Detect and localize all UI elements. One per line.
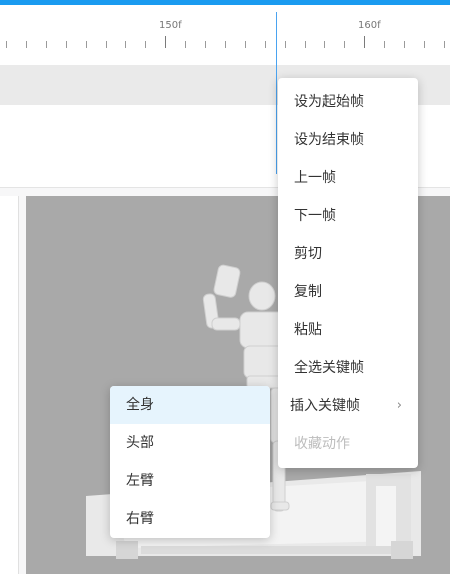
menu-item-next-frame[interactable]: 下一帧 xyxy=(278,197,418,235)
submenu-item-head[interactable]: 头部 xyxy=(110,424,270,462)
timeline-tick xyxy=(86,41,87,48)
menu-item-select-all-keyframes[interactable]: 全选关键帧 xyxy=(278,349,418,387)
timeline-tick xyxy=(205,41,206,48)
chevron-right-icon: › xyxy=(396,398,402,413)
timeline-tick xyxy=(384,41,385,48)
timeline-tick xyxy=(46,41,47,48)
timeline-tick xyxy=(324,41,325,48)
tick-label-160f: 160f xyxy=(358,20,381,31)
timeline-tick xyxy=(66,41,67,48)
timeline-tick xyxy=(404,41,405,48)
timeline-tick xyxy=(424,41,425,48)
timeline-tick xyxy=(106,41,107,48)
left-side-panel xyxy=(0,196,19,574)
insert-keyframe-label: 插入关键帧 xyxy=(290,398,360,414)
timeline-tick xyxy=(125,41,126,48)
timeline-tick xyxy=(444,41,445,48)
menu-item-set-start-frame[interactable]: 设为起始帧 xyxy=(278,83,418,121)
timeline-tick xyxy=(145,41,146,48)
timeline-tick xyxy=(305,41,306,48)
timeline-tick xyxy=(6,41,7,48)
timeline-tick xyxy=(265,41,266,48)
menu-item-insert-keyframe[interactable]: 插入关键帧 › xyxy=(278,387,418,425)
menu-item-previous-frame[interactable]: 上一帧 xyxy=(278,159,418,197)
context-menu: 设为起始帧 设为结束帧 上一帧 下一帧 剪切 复制 粘贴 全选关键帧 插入关键帧… xyxy=(278,78,418,468)
timeline-tick xyxy=(165,36,166,48)
tick-label-150f: 150f xyxy=(159,20,182,31)
playhead[interactable] xyxy=(276,12,277,174)
timeline-tick xyxy=(285,41,286,48)
timeline-tick xyxy=(344,41,345,48)
menu-item-copy[interactable]: 复制 xyxy=(278,273,418,311)
submenu-item-right-arm[interactable]: 右臂 xyxy=(110,500,270,538)
timeline-tick xyxy=(225,41,226,48)
timeline-tick xyxy=(26,41,27,48)
submenu-item-full-body[interactable]: 全身 xyxy=(110,386,270,424)
menu-item-paste[interactable]: 粘贴 xyxy=(278,311,418,349)
timeline-ruler[interactable]: 150f 160f xyxy=(0,5,450,65)
menu-item-cut[interactable]: 剪切 xyxy=(278,235,418,273)
insert-keyframe-submenu: 全身 头部 左臂 右臂 xyxy=(110,386,270,538)
menu-item-set-end-frame[interactable]: 设为结束帧 xyxy=(278,121,418,159)
menu-item-favorite-action: 收藏动作 xyxy=(294,436,350,452)
timeline-tick xyxy=(364,36,365,48)
timeline-tick xyxy=(185,41,186,48)
timeline-tick xyxy=(245,41,246,48)
submenu-item-left-arm[interactable]: 左臂 xyxy=(110,462,270,500)
